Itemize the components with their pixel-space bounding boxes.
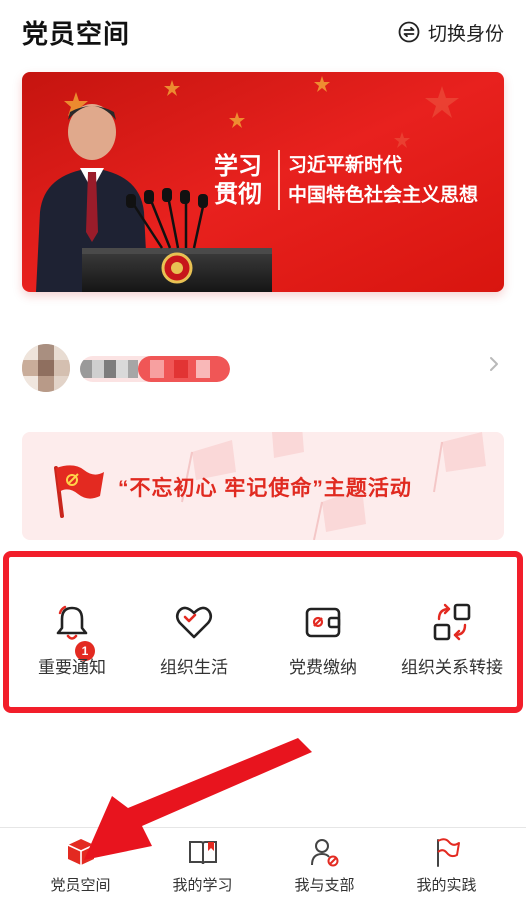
transfer-icon: [433, 603, 471, 641]
banner-title-line1: 学习: [214, 151, 262, 180]
switch-identity-button[interactable]: 切换身份: [398, 18, 504, 46]
tab-my-study[interactable]: 我的学习: [137, 828, 268, 897]
theme-activity-card[interactable]: “不忘初心 牢记使命”主题活动: [22, 432, 504, 540]
activity-title: “不忘初心 牢记使命”主题活动: [118, 477, 412, 500]
banner-text: 学习 贯彻 习近平新时代 中国特色社会主义思想: [202, 150, 478, 210]
banner-subtitle: 习近平新时代 中国特色社会主义思想: [288, 150, 478, 210]
tab-my-practice[interactable]: 我的实践: [381, 828, 512, 897]
relation-transfer-button[interactable]: 组织关系转接: [389, 601, 515, 691]
org-life-label: 组织生活: [160, 658, 228, 677]
banner-title: 学习 贯彻: [202, 152, 274, 208]
book-icon: [188, 841, 217, 865]
bell-icon: [56, 605, 88, 640]
user-name-blurred: [80, 356, 230, 382]
banner-title-line2: 贯彻: [214, 179, 262, 208]
switch-identity-label: 切换身份: [427, 23, 504, 45]
notice-label: 重要通知: [38, 658, 106, 677]
chevron-right-icon: [490, 357, 498, 371]
org-life-button[interactable]: 组织生活: [131, 601, 257, 691]
tab-my-practice-label: 我的实践: [416, 877, 477, 894]
tab-me-and-branch-label: 我与支部: [294, 877, 355, 894]
tab-party-space[interactable]: 党员空间: [15, 828, 146, 897]
party-fee-label: 党费缴纳: [289, 658, 357, 677]
swap-icon: [398, 21, 420, 43]
banner-subtitle-line1: 习近平新时代: [288, 154, 403, 176]
tab-my-study-label: 我的学习: [172, 877, 233, 894]
heart-icon: [175, 606, 213, 639]
banner-divider: [278, 150, 280, 210]
function-grid-highlight: 1 重要通知 组织生活 党费缴纳 组织关系转接: [3, 551, 523, 713]
wallet-icon: [305, 607, 341, 638]
tab-party-space-label: 党员空间: [50, 877, 111, 894]
notice-button[interactable]: 1 重要通知: [9, 601, 135, 691]
cube-icon: [67, 839, 94, 865]
party-fee-button[interactable]: 党费缴纳: [260, 601, 386, 691]
tab-me-and-branch[interactable]: 我与支部: [259, 828, 390, 897]
party-flag-icon: [54, 465, 104, 518]
bottom-tab-bar: 党员空间 我的学习 我与支部 我的实践: [0, 827, 526, 897]
flag-icon: [436, 838, 460, 867]
member-icon: [310, 839, 338, 867]
relation-transfer-label: 组织关系转接: [401, 658, 503, 677]
avatar: [22, 344, 70, 392]
page-title: 党员空间: [22, 19, 131, 49]
header: 党员空间 切换身份: [0, 0, 526, 64]
user-profile-row[interactable]: [22, 338, 508, 398]
study-banner[interactable]: 学习 贯彻 习近平新时代 中国特色社会主义思想: [22, 72, 504, 292]
banner-subtitle-line2: 中国特色社会主义思想: [288, 184, 479, 206]
